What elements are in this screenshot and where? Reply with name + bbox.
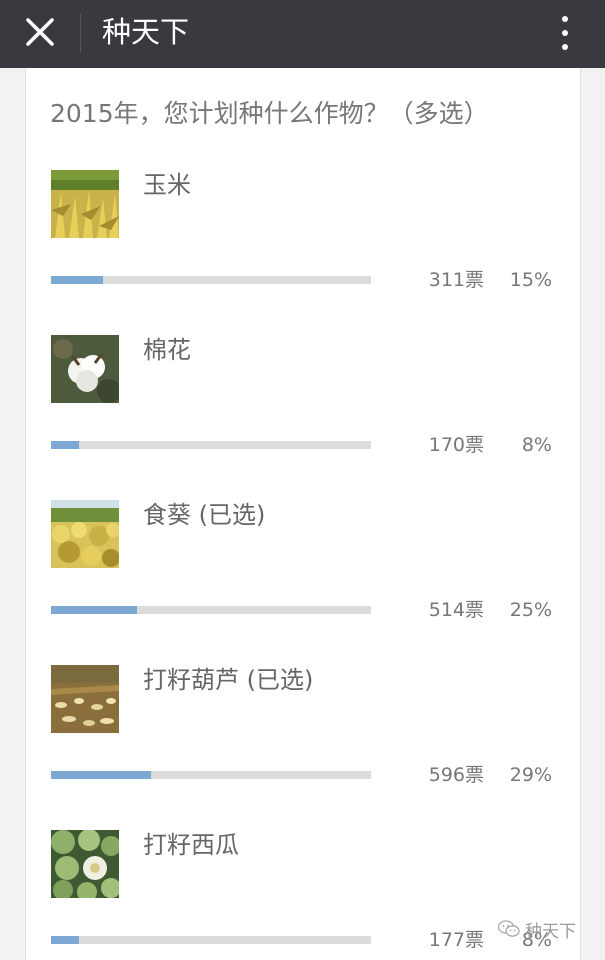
vote-bar [51,936,371,944]
vote-count: 177票 [428,929,484,951]
vote-percent: 15% [509,269,552,291]
poll-option-sunflower[interactable]: 食葵 (已选) 514票 25% [0,500,605,660]
vote-percent: 29% [509,764,552,786]
gourd-field-image [51,665,119,733]
cotton-boll-image [51,335,119,403]
poll-option-gourd[interactable]: 打籽葫芦 (已选) 596票 29% [0,665,605,825]
sunflower-field-image [51,500,119,568]
watermark: 种天下 [498,916,576,942]
vote-bar [51,441,371,449]
watermark-text: 种天下 [525,921,576,942]
option-label: 玉米 [143,171,191,199]
vote-count: 170票 [428,434,484,456]
vote-percent: 25% [509,599,552,621]
corn-field-image [51,170,119,238]
more-vertical-icon[interactable] [550,10,580,56]
vote-count: 596票 [428,764,484,786]
close-icon[interactable] [18,10,64,56]
vote-bar [51,771,371,779]
poll-question: 2015年，您计划种什么作物？（多选） [50,99,489,128]
wechat-icon [498,920,520,937]
vote-bar [51,276,371,284]
page-title: 种天下 [102,15,190,49]
option-label: 棉花 [143,336,191,364]
melons-image [51,830,119,898]
vote-bar-fill [51,936,79,944]
toolbar-divider [80,14,81,52]
vote-bar [51,606,371,614]
top-bar: 种天下 [0,0,605,68]
vote-percent: 8% [521,434,552,456]
option-label: 打籽西瓜 [143,831,239,859]
option-label: 食葵 (已选) [143,501,266,529]
poll-option-corn[interactable]: 玉米 311票 15% [0,170,605,330]
vote-bar-fill [51,441,79,449]
poll-option-cotton[interactable]: 棉花 170票 8% [0,335,605,495]
vote-bar-fill [51,771,151,779]
vote-count: 311票 [428,269,484,291]
option-label: 打籽葫芦 (已选) [143,666,314,694]
vote-bar-fill [51,276,103,284]
vote-count: 514票 [428,599,484,621]
vote-bar-fill [51,606,137,614]
